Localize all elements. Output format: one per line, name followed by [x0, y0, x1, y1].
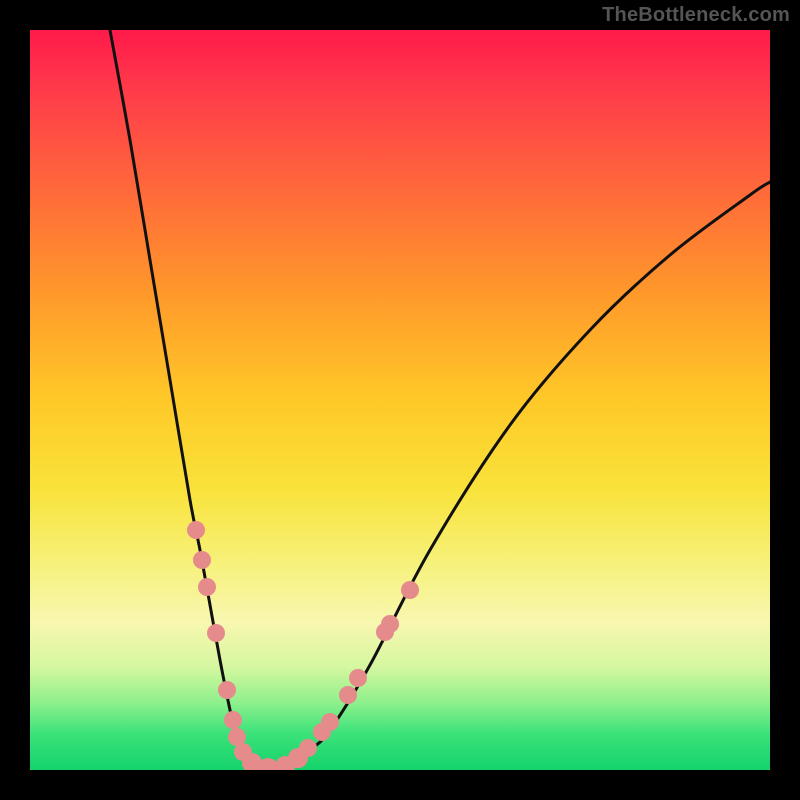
- marker-point: [193, 551, 211, 569]
- marker-point: [339, 686, 357, 704]
- marker-point: [218, 681, 236, 699]
- marker-group: [187, 521, 419, 770]
- chart-frame: TheBottleneck.com: [0, 0, 800, 800]
- marker-point: [321, 713, 339, 731]
- marker-point: [299, 739, 317, 757]
- watermark-text: TheBottleneck.com: [602, 4, 790, 27]
- marker-point: [198, 578, 216, 596]
- curve-svg: [30, 30, 770, 770]
- bottleneck-curve: [110, 30, 770, 768]
- marker-point: [207, 624, 225, 642]
- marker-point: [224, 711, 242, 729]
- marker-point: [349, 669, 367, 687]
- marker-point: [187, 521, 205, 539]
- plot-area: [30, 30, 770, 770]
- marker-point: [401, 581, 419, 599]
- marker-point: [381, 615, 399, 633]
